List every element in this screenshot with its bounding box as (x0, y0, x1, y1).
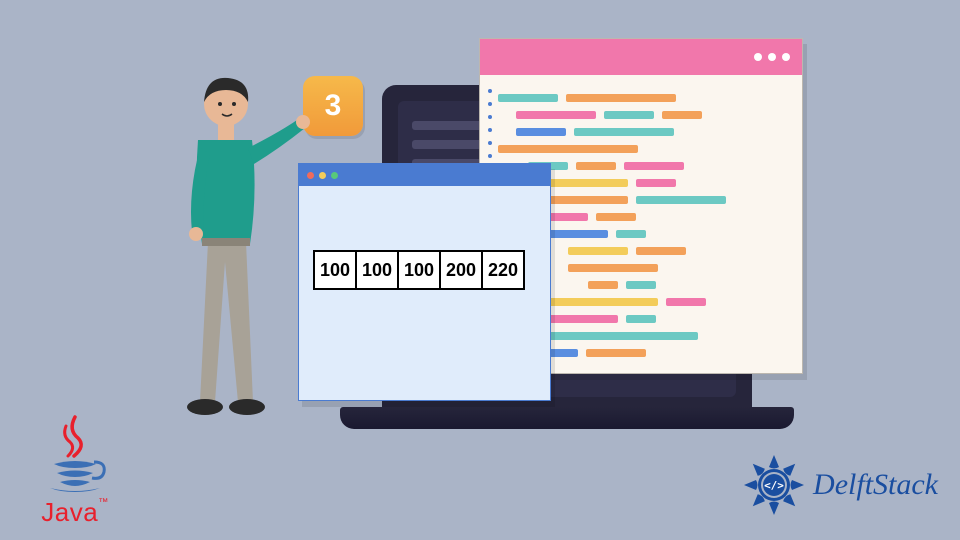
laptop-base (340, 407, 794, 429)
array-cell: 200 (439, 250, 483, 290)
array-popup-window: 100 100 100 200 220 (298, 163, 551, 401)
window-dot-icon (754, 53, 762, 61)
array-cell: 100 (355, 250, 399, 290)
count-badge: 3 (303, 76, 363, 136)
java-cup-icon (40, 412, 110, 492)
java-logo: Java™ (20, 412, 130, 528)
array-cell: 220 (481, 250, 525, 290)
delftstack-mandala-icon: </> (743, 454, 805, 516)
person-illustration (150, 62, 310, 422)
window-dot-icon (782, 53, 790, 61)
illustration-scene: 100 100 100 200 220 3 (0, 0, 960, 540)
java-logo-text: Java™ (20, 497, 130, 528)
window-dot-icon (768, 53, 776, 61)
svg-text:</>: </> (764, 479, 784, 492)
traffic-light-green-icon (331, 172, 338, 179)
delftstack-logo-text: DelftStack (813, 468, 938, 502)
delftstack-logo: </> DelftStack (743, 454, 938, 516)
array-cell: 100 (397, 250, 441, 290)
array-table: 100 100 100 200 220 (313, 250, 525, 290)
code-editor-titlebar (480, 39, 802, 75)
traffic-light-yellow-icon (319, 172, 326, 179)
array-cell: 100 (313, 250, 357, 290)
array-popup-titlebar (299, 164, 550, 186)
